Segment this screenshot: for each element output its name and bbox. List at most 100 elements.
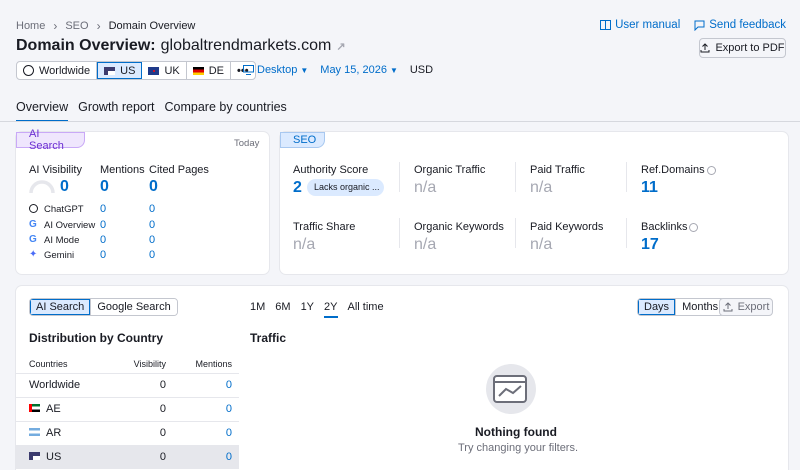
- currency-label: USD: [409, 64, 434, 76]
- ai-source-name: AI Overview: [44, 220, 96, 231]
- mentions-cell[interactable]: 0: [172, 420, 239, 445]
- db-de[interactable]: DE: [187, 62, 231, 79]
- period-2y[interactable]: 2Y: [324, 301, 338, 318]
- organic-keywords-label: Organic Keywords: [414, 221, 504, 233]
- col-countries[interactable]: Countries: [16, 355, 113, 373]
- authority-score-value[interactable]: 2: [293, 179, 302, 197]
- uk-flag-icon: [148, 66, 160, 75]
- ai-source-mentions[interactable]: 0: [100, 219, 106, 231]
- us-flag-icon: [104, 66, 116, 75]
- toggle-ai-search[interactable]: AI Search: [30, 299, 92, 315]
- col-visibility[interactable]: Visibility: [113, 355, 173, 373]
- backlinks-label: Backlinks: [641, 221, 699, 233]
- country-table: Countries Visibility Mentions Worldwide …: [16, 355, 239, 469]
- cited-pages-value[interactable]: 0: [149, 178, 158, 196]
- device-dropdown[interactable]: Desktop ▼: [243, 64, 308, 76]
- ai-source-cited[interactable]: 0: [149, 219, 155, 231]
- export-pdf-button[interactable]: Export to PDF: [699, 38, 786, 58]
- user-manual-link[interactable]: User manual: [600, 19, 680, 31]
- domain-name: globaltrendmarkets.com: [160, 37, 332, 54]
- external-link-icon[interactable]: ↗: [336, 40, 345, 53]
- column-divider: [626, 218, 627, 248]
- toggle-months[interactable]: Months: [676, 299, 725, 315]
- country-name: AE: [46, 403, 61, 415]
- desktop-icon: [243, 65, 254, 75]
- period-all-time[interactable]: All time: [348, 301, 384, 318]
- tab-compare-countries[interactable]: Compare by countries: [165, 100, 287, 122]
- visibility-cell: 0: [113, 372, 173, 397]
- ai-source-name: ChatGPT: [44, 204, 84, 215]
- us-flag-icon: [29, 452, 40, 461]
- ref-domains-value[interactable]: 11: [641, 179, 658, 197]
- info-icon[interactable]: [689, 222, 699, 232]
- breadcrumb-home[interactable]: Home: [16, 20, 45, 32]
- google-icon: G: [29, 234, 37, 245]
- table-row[interactable]: AE 0 0: [16, 396, 239, 421]
- col-mentions[interactable]: Mentions: [173, 355, 239, 373]
- info-icon[interactable]: [706, 165, 716, 175]
- ai-visibility-label: AI Visibility: [29, 164, 82, 176]
- mentions-cell[interactable]: 0: [172, 444, 239, 469]
- ref-domains-label: Ref.Domains: [641, 164, 716, 176]
- database-selector: Worldwide US UK DE •••: [16, 61, 256, 80]
- distribution-title: Distribution by Country: [29, 331, 163, 345]
- ai-source-mentions[interactable]: 0: [100, 234, 106, 246]
- tab-overview[interactable]: Overview: [16, 100, 69, 122]
- ai-source-name: Gemini: [44, 250, 75, 261]
- column-divider: [626, 162, 627, 192]
- table-row[interactable]: AR 0 0: [16, 420, 239, 445]
- today-label: Today: [234, 138, 260, 149]
- authority-badge[interactable]: Lacks organic ...: [307, 179, 384, 196]
- db-us[interactable]: US: [97, 62, 143, 79]
- send-feedback-link[interactable]: Send feedback: [694, 19, 786, 31]
- backlinks-value[interactable]: 17: [641, 236, 659, 254]
- table-row[interactable]: US 0 0: [16, 444, 239, 469]
- mentions-cell[interactable]: 0: [172, 372, 239, 397]
- authority-score-label: Authority Score: [293, 164, 369, 176]
- ai-source-mentions[interactable]: 0: [100, 249, 106, 261]
- paid-traffic-value: n/a: [530, 179, 553, 196]
- column-divider: [515, 218, 516, 248]
- ai-source-cited[interactable]: 0: [149, 234, 155, 246]
- ai-source-cited[interactable]: 0: [149, 249, 155, 261]
- period-1y[interactable]: 1Y: [301, 301, 314, 318]
- period-1m[interactable]: 1M: [250, 301, 265, 318]
- visibility-gauge-icon: [29, 180, 55, 194]
- ai-source-name: AI Mode: [44, 235, 80, 246]
- paid-traffic-label: Paid Traffic: [530, 164, 585, 176]
- mentions-cell[interactable]: 0: [172, 396, 239, 421]
- ai-visibility-value[interactable]: 0: [60, 178, 69, 196]
- tab-growth-report[interactable]: Growth report: [78, 100, 154, 122]
- period-6m[interactable]: 6M: [275, 301, 290, 318]
- organic-traffic-value: n/a: [414, 179, 437, 196]
- column-divider: [515, 162, 516, 192]
- empty-chart-icon: [493, 375, 527, 403]
- globe-icon: [23, 65, 34, 76]
- date-dropdown[interactable]: May 15, 2026 ▼: [320, 64, 398, 76]
- visibility-cell: 0: [113, 420, 173, 445]
- gemini-icon: ✦: [29, 249, 38, 260]
- toggle-google-search[interactable]: Google Search: [91, 299, 177, 315]
- organic-keywords-value: n/a: [414, 236, 437, 253]
- cited-pages-label: Cited Pages: [149, 164, 209, 176]
- traffic-share-value: n/a: [293, 236, 316, 253]
- seo-card: SEO Authority Score 2 Lacks organic ... …: [280, 132, 788, 274]
- breadcrumb: Home › SEO › Domain Overview: [16, 19, 195, 33]
- empty-state-hint: Try changing your filters.: [458, 442, 579, 454]
- ai-source-cited[interactable]: 0: [149, 203, 155, 215]
- export-button[interactable]: Export: [719, 298, 773, 316]
- country-cell: AR: [16, 420, 114, 445]
- ae-flag-icon: [29, 404, 40, 412]
- visibility-cell: 0: [113, 396, 173, 421]
- toggle-days[interactable]: Days: [638, 299, 677, 315]
- db-uk[interactable]: UK: [142, 62, 187, 79]
- breadcrumb-seo[interactable]: SEO: [65, 20, 88, 32]
- country-cell: AE: [16, 396, 114, 421]
- table-row[interactable]: Worldwide 0 0: [16, 372, 239, 397]
- paid-keywords-value: n/a: [530, 236, 553, 253]
- mentions-value[interactable]: 0: [100, 178, 109, 196]
- de-flag-icon: [192, 66, 204, 75]
- ai-source-mentions[interactable]: 0: [100, 203, 106, 215]
- db-worldwide[interactable]: Worldwide: [17, 62, 98, 79]
- chat-bubble-icon: [694, 20, 705, 31]
